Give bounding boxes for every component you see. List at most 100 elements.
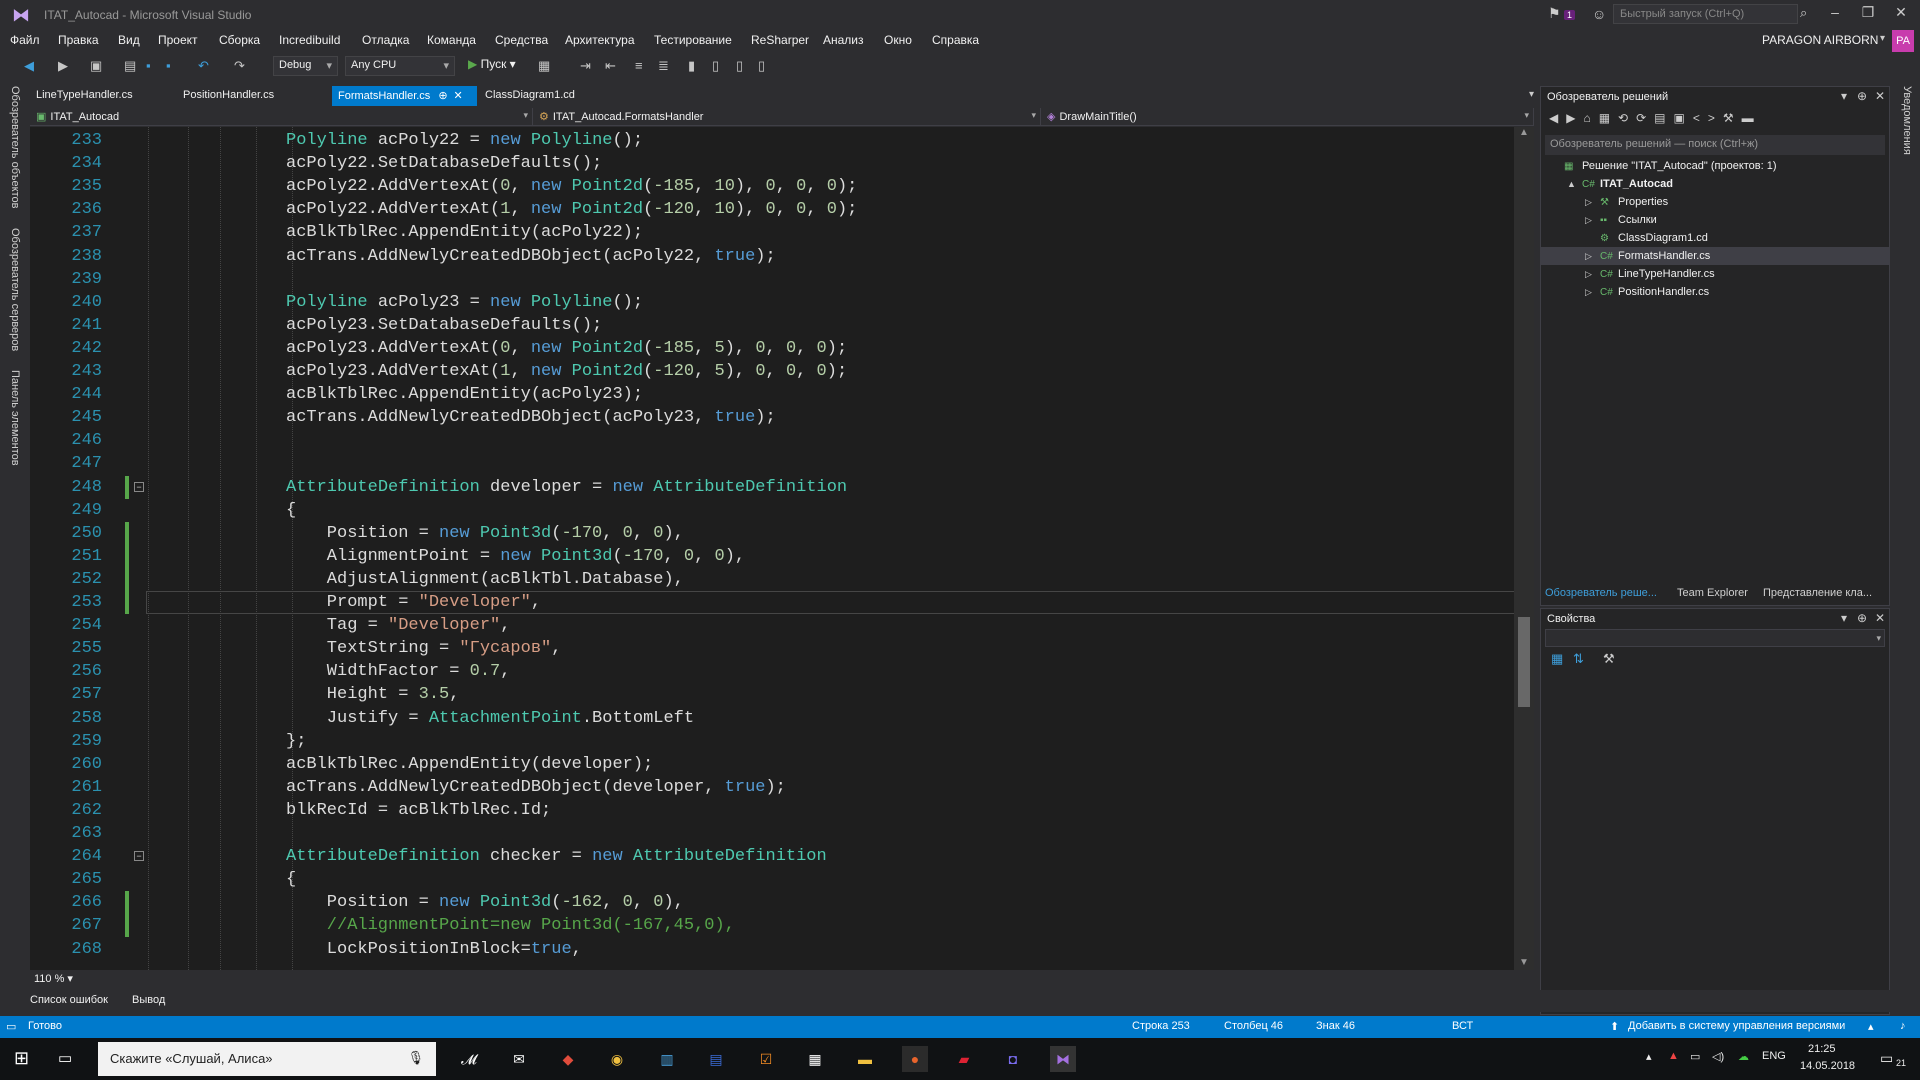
code-line[interactable]: acBlkTblRec.AppendEntity(developer); [286, 753, 653, 776]
tree-item[interactable]: ▷ C# PositionHandler.cs [1541, 283, 1889, 301]
tab-classdiagram[interactable]: ClassDiagram1.cd [479, 86, 581, 106]
object-browser-tab[interactable]: Обозреватель объектов [9, 86, 21, 208]
expand-arrow-icon[interactable]: ▷ [1585, 193, 1595, 211]
add-to-source-control-button[interactable]: Добавить в систему управления версиями [1628, 1020, 1845, 1032]
menu-debug[interactable]: Отладка [362, 33, 409, 47]
solution-search-input[interactable]: Обозреватель решений — поиск (Ctrl+ж) [1545, 135, 1885, 155]
code-line[interactable]: }; [286, 730, 306, 753]
menu-test[interactable]: Тестирование [654, 33, 732, 47]
save-all-icon[interactable]: ▪ [166, 58, 171, 73]
tab-team-explorer[interactable]: Team Explorer [1677, 587, 1748, 599]
alphabetical-icon[interactable]: ⇅ [1573, 651, 1584, 667]
editor-vertical-scrollbar[interactable]: ▲ ▼ [1514, 127, 1534, 970]
tab-solution-explorer[interactable]: Обозреватель реше... [1545, 587, 1657, 599]
tree-item[interactable]: ▦ Решение "ITAT_Autocad" (проектов: 1) [1541, 157, 1889, 175]
undo-icon[interactable]: ↶ [198, 58, 209, 74]
attach-icon[interactable]: ▦ [538, 58, 550, 74]
search-icon[interactable]: ⌕ [1800, 5, 1807, 21]
scroll-down-icon[interactable]: ▼ [1519, 957, 1529, 968]
chevron-down-icon[interactable]: ▾ [1841, 89, 1847, 103]
menu-file[interactable]: Файл [10, 33, 40, 47]
clock-time[interactable]: 21:25 [1808, 1043, 1836, 1055]
back-icon[interactable]: ◀ [24, 58, 34, 74]
menu-analyze[interactable]: Анализ [823, 33, 864, 47]
tray-app-icon[interactable]: ▲ [1668, 1050, 1679, 1062]
minimize-button[interactable]: – [1820, 4, 1850, 20]
expand-arrow-icon[interactable]: ▲ [1567, 175, 1577, 193]
code-line[interactable]: Height = 3.5, [327, 683, 460, 706]
code-line[interactable]: { [286, 499, 296, 522]
windows-start-icon[interactable]: ⊞ [14, 1048, 29, 1069]
bookmark-icon[interactable]: ▮ [688, 58, 695, 74]
app-visual-studio-icon[interactable]: ⧓ [1050, 1046, 1076, 1072]
notification-bell-icon[interactable]: ♪ [1900, 1020, 1906, 1032]
code-line[interactable]: AttributeDefinition developer = new Attr… [286, 476, 847, 499]
account-name[interactable]: PARAGON AIRBORN [1762, 33, 1878, 47]
code-line[interactable]: Prompt = "Developer", [327, 591, 541, 614]
clock-date[interactable]: 14.05.2018 [1800, 1060, 1855, 1072]
code-editor[interactable]: 233 234 235 236 237 238 239 240 241 242 243 244 245 2… [30, 127, 1528, 970]
tab-overflow-icon[interactable]: ▾ [1529, 89, 1534, 100]
expand-arrow-icon[interactable]: ▷ [1585, 211, 1595, 229]
menu-architecture[interactable]: Архитектура [565, 33, 635, 47]
app-firefox-icon[interactable]: ● [902, 1046, 928, 1072]
next-bookmark-icon[interactable]: ▯ [736, 58, 743, 74]
avatar[interactable]: PA [1892, 30, 1914, 52]
wrench-icon[interactable]: ⚒ [1603, 651, 1615, 667]
app-todo-icon[interactable]: ☑ [753, 1046, 779, 1072]
language-indicator[interactable]: ENG [1762, 1050, 1786, 1062]
close-icon[interactable]: ✕ [454, 90, 463, 102]
feedback-icon[interactable]: ☺ [1592, 6, 1606, 22]
code-line[interactable]: AttributeDefinition checker = new Attrib… [286, 845, 827, 868]
code-line[interactable]: acTrans.AddNewlyCreatedDBObject(acPoly23… [286, 406, 776, 429]
code-line[interactable]: blkRecId = acBlkTblRec.Id; [286, 799, 551, 822]
code-line[interactable]: acPoly23.AddVertexAt(0, new Point2d(-185… [286, 337, 847, 360]
app-calendar-icon[interactable]: ▤ [703, 1046, 729, 1072]
menu-tools[interactable]: Средства [495, 33, 548, 47]
tray-chevron-icon[interactable]: ▴ [1646, 1050, 1652, 1063]
comment-icon[interactable]: ≡ [635, 58, 643, 73]
step-icon[interactable]: ⇥ [580, 58, 591, 74]
save-icon[interactable]: ▪ [146, 58, 151, 73]
app-calc-grid-icon[interactable]: ▦ [802, 1046, 828, 1072]
quick-launch-input[interactable]: Быстрый запуск (Ctrl+Q) [1613, 4, 1798, 24]
code-line[interactable]: TextString = "Гусаров", [327, 637, 562, 660]
tree-item[interactable]: ▷ ⚒ Properties [1541, 193, 1889, 211]
notifications-flag-icon[interactable]: ⚑ [1548, 5, 1561, 22]
toolbox-tab[interactable]: Панель элементов [9, 370, 21, 466]
close-window-button[interactable]: ✕ [1886, 4, 1916, 21]
code-line[interactable]: AlignmentPoint = new Point3d(-170, 0, 0)… [327, 545, 745, 568]
pin-icon[interactable]: ⊕ [438, 90, 447, 102]
code-line[interactable]: { [286, 868, 296, 891]
step-over-icon[interactable]: ⇤ [605, 58, 616, 74]
close-icon[interactable]: ✕ [1875, 611, 1885, 625]
code-line[interactable]: acBlkTblRec.AppendEntity(acPoly22); [286, 221, 643, 244]
clear-bookmarks-icon[interactable]: ▯ [758, 58, 765, 74]
code-line[interactable]: Position = new Point3d(-170, 0, 0), [327, 522, 684, 545]
menu-team[interactable]: Команда [427, 33, 476, 47]
microphone-icon[interactable]: 🎙 [407, 1050, 424, 1066]
taskbar-search-input[interactable]: Скажите «Слушай, Алиса» 🎙 [98, 1042, 436, 1076]
code-line[interactable]: acPoly22.AddVertexAt(1, new Point2d(-120… [286, 198, 857, 221]
tab-error-list[interactable]: Список ошибок [30, 994, 108, 1006]
menu-help[interactable]: Справка [932, 33, 979, 47]
app-chrome-icon[interactable]: ◉ [604, 1046, 630, 1072]
notifications-tab[interactable]: Уведомления [1901, 86, 1913, 155]
expand-arrow-icon[interactable]: ▷ [1585, 283, 1595, 301]
code-line[interactable]: acPoly23.AddVertexAt(1, new Point2d(-120… [286, 360, 847, 383]
redo-icon[interactable]: ↷ [234, 58, 245, 74]
code-line[interactable]: acPoly22.SetDatabaseDefaults(); [286, 152, 602, 175]
code-line[interactable]: Polyline acPoly22 = new Polyline(); [286, 129, 643, 152]
app-pdf-icon[interactable]: ▰ [951, 1046, 977, 1072]
close-icon[interactable]: ✕ [1875, 89, 1885, 103]
menu-edit[interactable]: Правка [58, 33, 99, 47]
tree-item[interactable]: ▷ ▪▪ Ссылки [1541, 211, 1889, 229]
cloud-icon[interactable]: ☁ [1738, 1050, 1749, 1063]
menu-view[interactable]: Вид [118, 33, 140, 47]
member-select[interactable]: ◈ DrawMainTitle() ▾ [1041, 108, 1534, 126]
code-line[interactable]: WidthFactor = 0.7, [327, 660, 511, 683]
restore-button[interactable]: ❐ [1853, 4, 1883, 21]
code-line[interactable]: acPoly22.AddVertexAt(0, new Point2d(-185… [286, 175, 857, 198]
scroll-up-icon[interactable]: ▲ [1519, 127, 1529, 138]
code-line[interactable]: Tag = "Developer", [327, 614, 511, 637]
